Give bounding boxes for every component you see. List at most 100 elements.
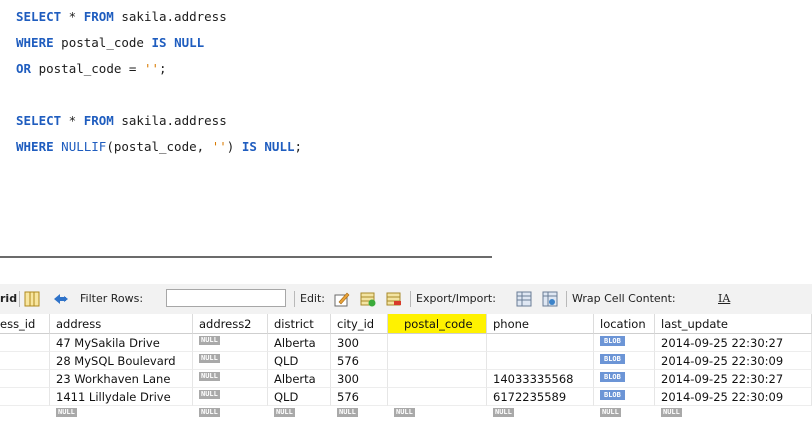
cell-location[interactable]: BLOB: [594, 334, 655, 352]
cell-address2[interactable]: NULL: [193, 388, 268, 406]
blob-badge: BLOB: [600, 390, 625, 400]
function-name: NULLIF: [61, 139, 107, 154]
cell-last-update[interactable]: 2014-09-25 22:30:27: [655, 370, 812, 388]
null-badge: NULL: [337, 408, 358, 417]
column-header-last-update[interactable]: last_update: [655, 314, 812, 334]
null-badge: NULL: [394, 408, 415, 417]
new-row-last-update[interactable]: NULL: [655, 406, 682, 420]
table-row[interactable]: 1411 Lillydale Drive NULL QLD 576 617223…: [0, 388, 812, 406]
column-header-postal-code[interactable]: postal_code: [388, 314, 487, 334]
cell-city-id[interactable]: 576: [331, 352, 388, 370]
cell-phone[interactable]: [487, 352, 594, 370]
column-header-city-id[interactable]: city_id: [331, 314, 388, 334]
cell-last-update[interactable]: 2014-09-25 22:30:09: [655, 352, 812, 370]
new-row-address2[interactable]: NULL: [193, 406, 220, 420]
cell-address[interactable]: 23 Workhaven Lane: [50, 370, 193, 388]
new-row-district[interactable]: NULL: [268, 406, 295, 420]
add-row-icon[interactable]: [360, 291, 376, 307]
cell-location[interactable]: BLOB: [594, 388, 655, 406]
keyword: NULL: [264, 139, 295, 154]
column-header-address[interactable]: address: [50, 314, 193, 334]
new-row-address[interactable]: NULL: [50, 406, 77, 420]
cell-city-id[interactable]: 300: [331, 334, 388, 352]
refresh-icon[interactable]: [52, 291, 70, 307]
cell-address2[interactable]: NULL: [193, 370, 268, 388]
cell-district[interactable]: QLD: [268, 388, 331, 406]
code-text: (postal_code,: [106, 139, 212, 154]
new-row-city-id[interactable]: NULL: [331, 406, 358, 420]
code-text: *: [61, 113, 84, 128]
export-icon[interactable]: [516, 291, 532, 307]
table-row[interactable]: 23 Workhaven Lane NULL Alberta 300 14033…: [0, 370, 812, 388]
code-text: ;: [294, 139, 303, 154]
column-header-location[interactable]: location: [594, 314, 655, 334]
cell-city-id[interactable]: 300: [331, 370, 388, 388]
null-badge: NULL: [199, 390, 220, 399]
cell-location[interactable]: BLOB: [594, 370, 655, 388]
new-row-phone[interactable]: NULL: [487, 406, 514, 420]
code-text: postal_code: [53, 35, 152, 50]
code-text: postal_code =: [31, 61, 144, 76]
filter-rows-input[interactable]: [166, 289, 286, 307]
null-badge: NULL: [661, 408, 682, 417]
keyword: IS: [241, 139, 257, 154]
table-row[interactable]: 47 MySakila Drive NULL Alberta 300 BLOB …: [0, 334, 812, 352]
cell-address[interactable]: 28 MySQL Boulevard: [50, 352, 193, 370]
null-badge: NULL: [600, 408, 621, 417]
null-badge: NULL: [493, 408, 514, 417]
cell-district[interactable]: QLD: [268, 352, 331, 370]
keyword: IS: [151, 35, 167, 50]
new-row[interactable]: NULL NULL NULL NULL NULL NULL NULL NULL: [0, 406, 812, 420]
cell-location[interactable]: BLOB: [594, 352, 655, 370]
code-text: ): [226, 139, 242, 154]
column-header-address2[interactable]: address2: [193, 314, 268, 334]
cell-phone[interactable]: 6172235589: [487, 388, 594, 406]
cell-last-update[interactable]: 2014-09-25 22:30:27: [655, 334, 812, 352]
cell-postal-code[interactable]: [388, 370, 487, 388]
cell-postal-code[interactable]: [388, 388, 487, 406]
delete-row-icon[interactable]: [386, 291, 402, 307]
new-row-location[interactable]: NULL: [594, 406, 621, 420]
cell-address-id[interactable]: [0, 388, 50, 406]
new-row-postal-code[interactable]: NULL: [388, 406, 415, 420]
column-header-phone[interactable]: phone: [487, 314, 594, 334]
wrap-cell-content-icon[interactable]: IA: [718, 284, 730, 314]
string-literal: '': [143, 61, 160, 76]
cell-address[interactable]: 47 MySakila Drive: [50, 334, 193, 352]
cell-phone[interactable]: [487, 334, 594, 352]
blob-badge: BLOB: [600, 372, 625, 382]
cell-postal-code[interactable]: [388, 352, 487, 370]
cell-city-id[interactable]: 576: [331, 388, 388, 406]
code-line-3: OR postal_code = '';: [16, 60, 167, 78]
form-view-icon[interactable]: [24, 291, 40, 307]
import-icon[interactable]: [542, 291, 558, 307]
column-header-district[interactable]: district: [268, 314, 331, 334]
code-line-2: WHERE postal_code IS NULL: [16, 34, 204, 52]
code-line-5: SELECT * FROM sakila.address: [16, 112, 227, 130]
table-row[interactable]: 28 MySQL Boulevard NULL QLD 576 BLOB 201…: [0, 352, 812, 370]
cell-address-id[interactable]: [0, 370, 50, 388]
null-badge: NULL: [199, 408, 220, 417]
cell-address2[interactable]: NULL: [193, 352, 268, 370]
panel-splitter[interactable]: [0, 256, 492, 258]
edit-cell-icon[interactable]: [334, 291, 350, 307]
sql-editor[interactable]: SELECT * FROM sakila.address WHERE posta…: [0, 0, 812, 236]
keyword: NULL: [174, 35, 205, 50]
cell-district[interactable]: Alberta: [268, 334, 331, 352]
toolbar-separator: [410, 291, 411, 307]
cell-postal-code[interactable]: [388, 334, 487, 352]
cell-phone[interactable]: 14033335568: [487, 370, 594, 388]
cell-district[interactable]: Alberta: [268, 370, 331, 388]
cell-address2[interactable]: NULL: [193, 334, 268, 352]
keyword: SELECT: [16, 9, 62, 24]
cell-address-id[interactable]: [0, 334, 50, 352]
column-header-address-id[interactable]: ess_id: [0, 314, 50, 334]
keyword: OR: [16, 61, 32, 76]
toolbar-separator: [19, 291, 20, 307]
cell-last-update[interactable]: 2014-09-25 22:30:09: [655, 388, 812, 406]
cell-address-id[interactable]: [0, 352, 50, 370]
cell-address[interactable]: 1411 Lillydale Drive: [50, 388, 193, 406]
code-text: sakila.address: [113, 113, 227, 128]
blob-badge: BLOB: [600, 336, 625, 346]
code-text: ;: [159, 61, 167, 76]
